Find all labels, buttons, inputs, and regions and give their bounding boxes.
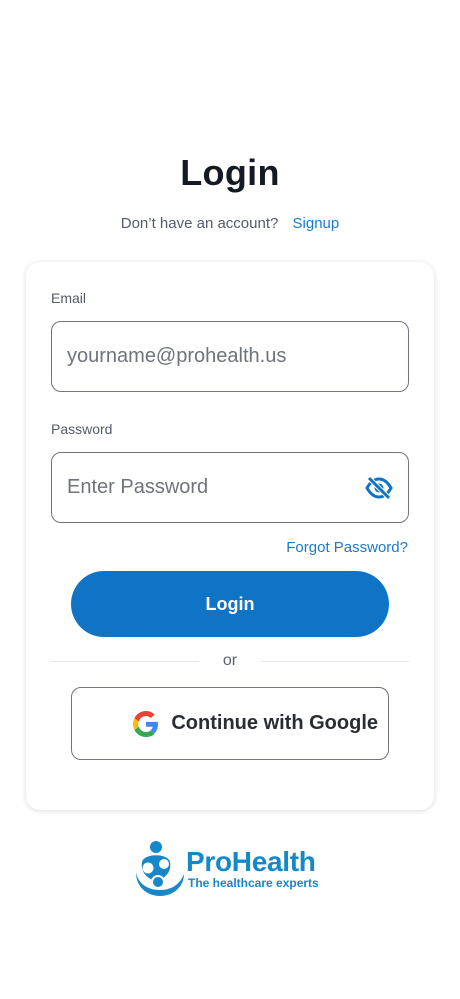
brand-name: ProHealth — [186, 846, 316, 877]
login-screen: Login Don’t have an account? Signup Emai… — [0, 0, 460, 999]
google-icon — [133, 710, 159, 737]
no-account-text: Don’t have an account? — [120, 215, 279, 232]
login-button[interactable]: Login — [71, 571, 389, 637]
divider-right — [261, 661, 409, 662]
eye-off-icon[interactable] — [364, 475, 394, 501]
prohealth-brand: ProHealth The healthcare experts — [134, 838, 334, 900]
password-label: Password — [51, 421, 113, 437]
email-label: Email — [51, 290, 87, 306]
prohealth-logo-icon — [134, 838, 186, 898]
password-field-box[interactable] — [51, 452, 409, 523]
brand-tagline: The healthcare experts — [188, 876, 319, 890]
google-button-label: Continue with Google — [171, 712, 378, 734]
login-card: Email Password Forgot Password? Login or — [26, 262, 434, 810]
signup-link[interactable]: Signup — [293, 215, 340, 232]
signup-prompt: Don’t have an account? Signup — [0, 215, 460, 232]
email-input[interactable] — [67, 322, 357, 391]
email-field-box[interactable] — [51, 321, 409, 392]
password-input[interactable] — [67, 453, 357, 522]
page-title: Login — [180, 152, 280, 193]
forgot-password-link[interactable]: Forgot Password? — [286, 539, 408, 556]
continue-with-google-button[interactable]: Continue with Google — [71, 687, 389, 760]
